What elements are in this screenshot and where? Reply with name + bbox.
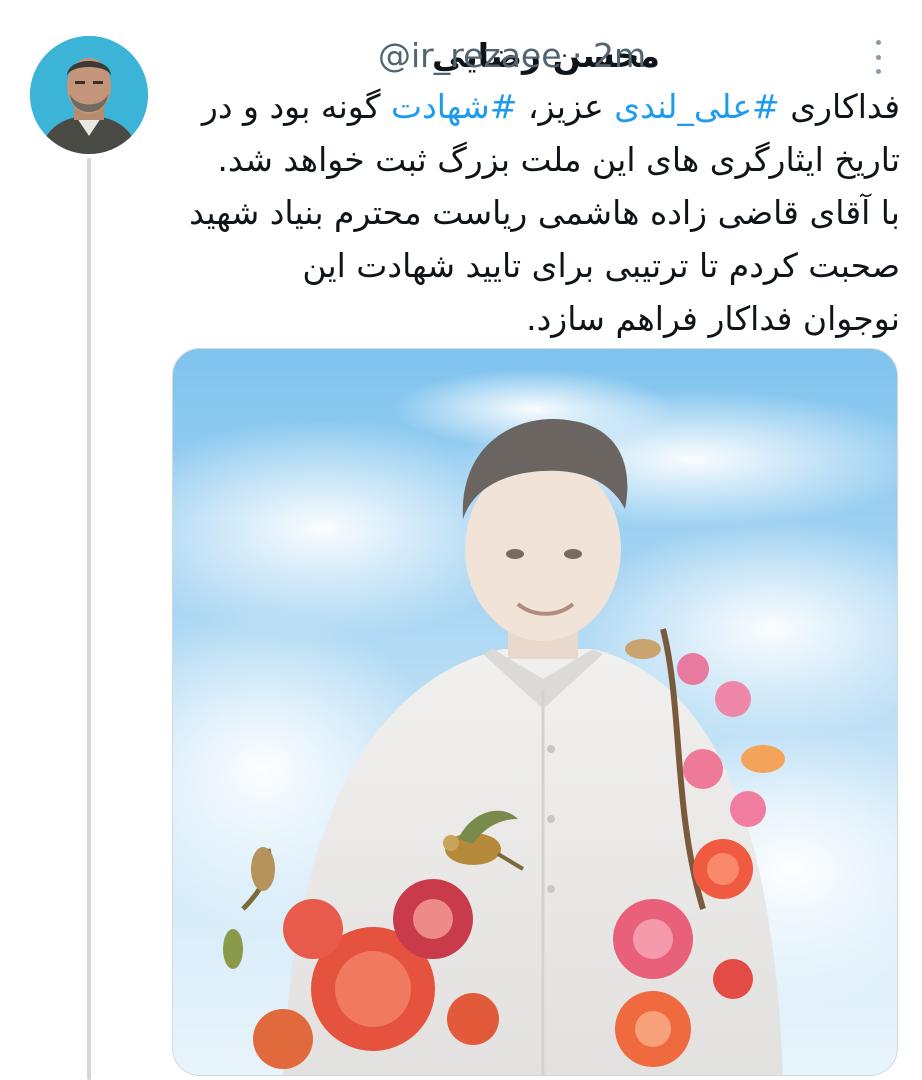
hashtag-link[interactable]: #علی_لندی	[614, 87, 779, 126]
author-handle[interactable]: @ir_rezaee	[378, 36, 562, 75]
tweet-text-line-3: با آقای قاضی زاده هاشمی ریاست محترم بنیا…	[189, 193, 900, 232]
hashtag-link[interactable]: #شهادت	[391, 87, 517, 126]
tweet-text-line-2: تاریخ ایثارگری های این ملت بزرگ ثبت خواه…	[217, 140, 900, 179]
tweet-text: فداکاری #علی_لندی عزیز، #شهادت گونه بود …	[160, 80, 900, 345]
text-segment: فداکاری	[779, 87, 900, 126]
tweet-text-line-4: صحبت کردم تا ترتیبی برای تایید شهادت این	[302, 246, 900, 285]
tweet-meta: @ir_rezaee · 2m	[378, 32, 660, 80]
tweet-image[interactable]	[172, 348, 898, 1076]
thread-line	[87, 158, 91, 1080]
more-options-icon[interactable]	[868, 38, 888, 76]
text-segment: عزیز،	[517, 87, 615, 126]
meta-separator: ·	[572, 36, 583, 75]
text-segment: گونه بود و در	[201, 87, 392, 126]
tweet[interactable]: محسن رضایی @ir_rezaee · 2m فداکاری #علی_…	[0, 0, 922, 1080]
tweet-image-illustration	[173, 369, 897, 1075]
tweet-text-line-1: فداکاری #علی_لندی عزیز، #شهادت گونه بود …	[160, 80, 900, 133]
tweet-text-line-5: نوجوان فداکار فراهم سازد.	[526, 299, 900, 338]
tweet-time[interactable]: 2m	[593, 36, 646, 75]
avatar[interactable]	[30, 36, 148, 154]
